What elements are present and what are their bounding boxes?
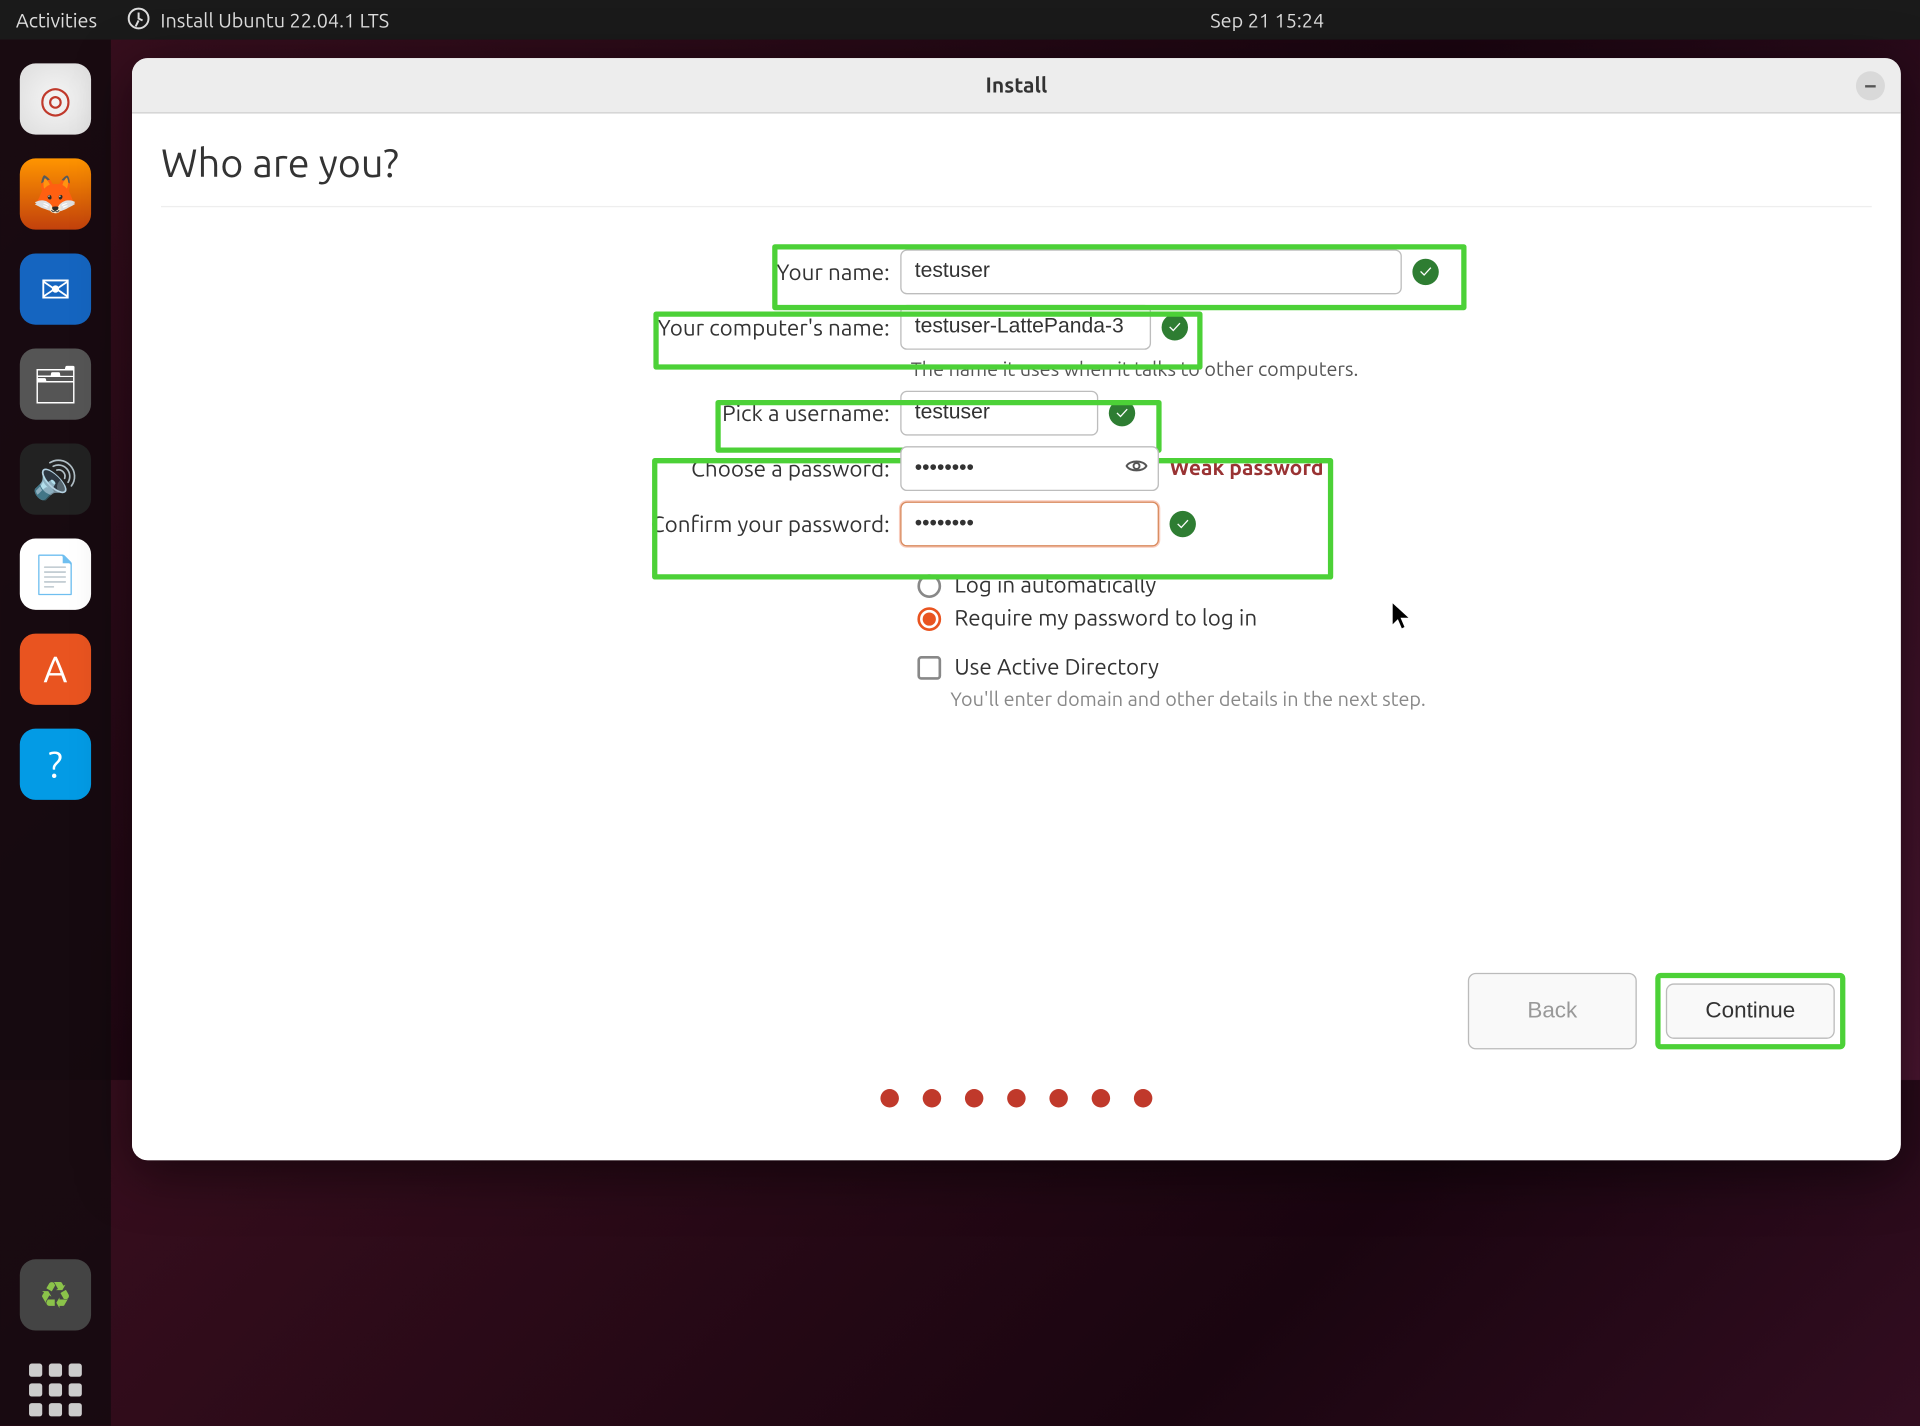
username-input[interactable] [900,391,1098,436]
gnome-topbar: Activities Install Ubuntu 22.04.1 LTS Se… [0,0,1920,40]
password-input[interactable] [900,446,1159,491]
back-button[interactable]: Back [1468,973,1637,1050]
page-heading: Who are you? [161,140,1872,207]
dock-libreoffice-writer[interactable]: 📄 [20,539,91,610]
radio-icon-selected [917,607,941,631]
highlight-continue: Continue [1655,973,1845,1050]
checkbox-ad-label: Use Active Directory [954,655,1159,680]
clock[interactable]: Sep 21 15:24 [1210,9,1324,31]
dock-help[interactable]: ? [20,729,91,800]
computer-name-input[interactable] [900,305,1151,350]
dock-rhythmbox[interactable]: 🔊 [20,444,91,515]
confirm-password-input[interactable] [900,502,1159,547]
activities-button[interactable]: Activities [16,9,97,31]
titlebar: Install – [132,58,1901,113]
label-computer: Your computer's name: [161,315,900,340]
ad-helper: You'll enter domain and other details in… [950,688,1871,710]
install-window: Install – Who are you? Your name: ✓ Your… [132,58,1901,1160]
dock-show-applications[interactable] [20,1354,91,1425]
radio-require-label: Require my password to log in [954,606,1257,631]
checkbox-active-directory[interactable]: Use Active Directory [917,655,1871,680]
computer-helper: The name it uses when it talks to other … [911,358,1872,380]
app-indicator[interactable]: Install Ubuntu 22.04.1 LTS [126,6,389,34]
label-password: Choose a password: [161,456,900,481]
window-title: Install [986,73,1048,97]
password-strength: Weak password [1170,457,1324,481]
dock-firefox[interactable]: 🦊 [20,158,91,229]
dock-files[interactable]: 🗂 [20,348,91,419]
check-icon: ✓ [1162,314,1188,340]
check-icon: ✓ [1109,400,1135,426]
check-icon: ✓ [1412,259,1438,285]
disk-icon [126,6,150,34]
dock-ubuntu-software[interactable]: A [20,634,91,705]
progress-dots [161,1089,1872,1126]
label-confirm: Confirm your password: [161,512,900,537]
dock: ◎ 🦊 ✉ 🗂 🔊 📄 A ? ♻ [0,40,111,1426]
radio-auto-label: Log in automatically [954,573,1156,598]
radio-auto-login[interactable]: Log in automatically [917,573,1871,598]
app-name: Install Ubuntu 22.04.1 LTS [160,9,389,31]
dock-thunderbird[interactable]: ✉ [20,253,91,324]
reveal-password-icon[interactable] [1125,454,1149,483]
dock-trash[interactable]: ♻ [20,1259,91,1330]
name-input[interactable] [900,249,1402,294]
continue-button[interactable]: Continue [1666,983,1835,1038]
label-username: Pick a username: [161,401,900,426]
radio-require-password[interactable]: Require my password to log in [917,606,1871,631]
label-name: Your name: [161,259,900,284]
check-icon: ✓ [1170,511,1196,537]
minimize-button[interactable]: – [1856,71,1885,100]
checkbox-icon [917,655,941,679]
radio-icon [917,574,941,598]
dock-installer[interactable]: ◎ [20,63,91,134]
